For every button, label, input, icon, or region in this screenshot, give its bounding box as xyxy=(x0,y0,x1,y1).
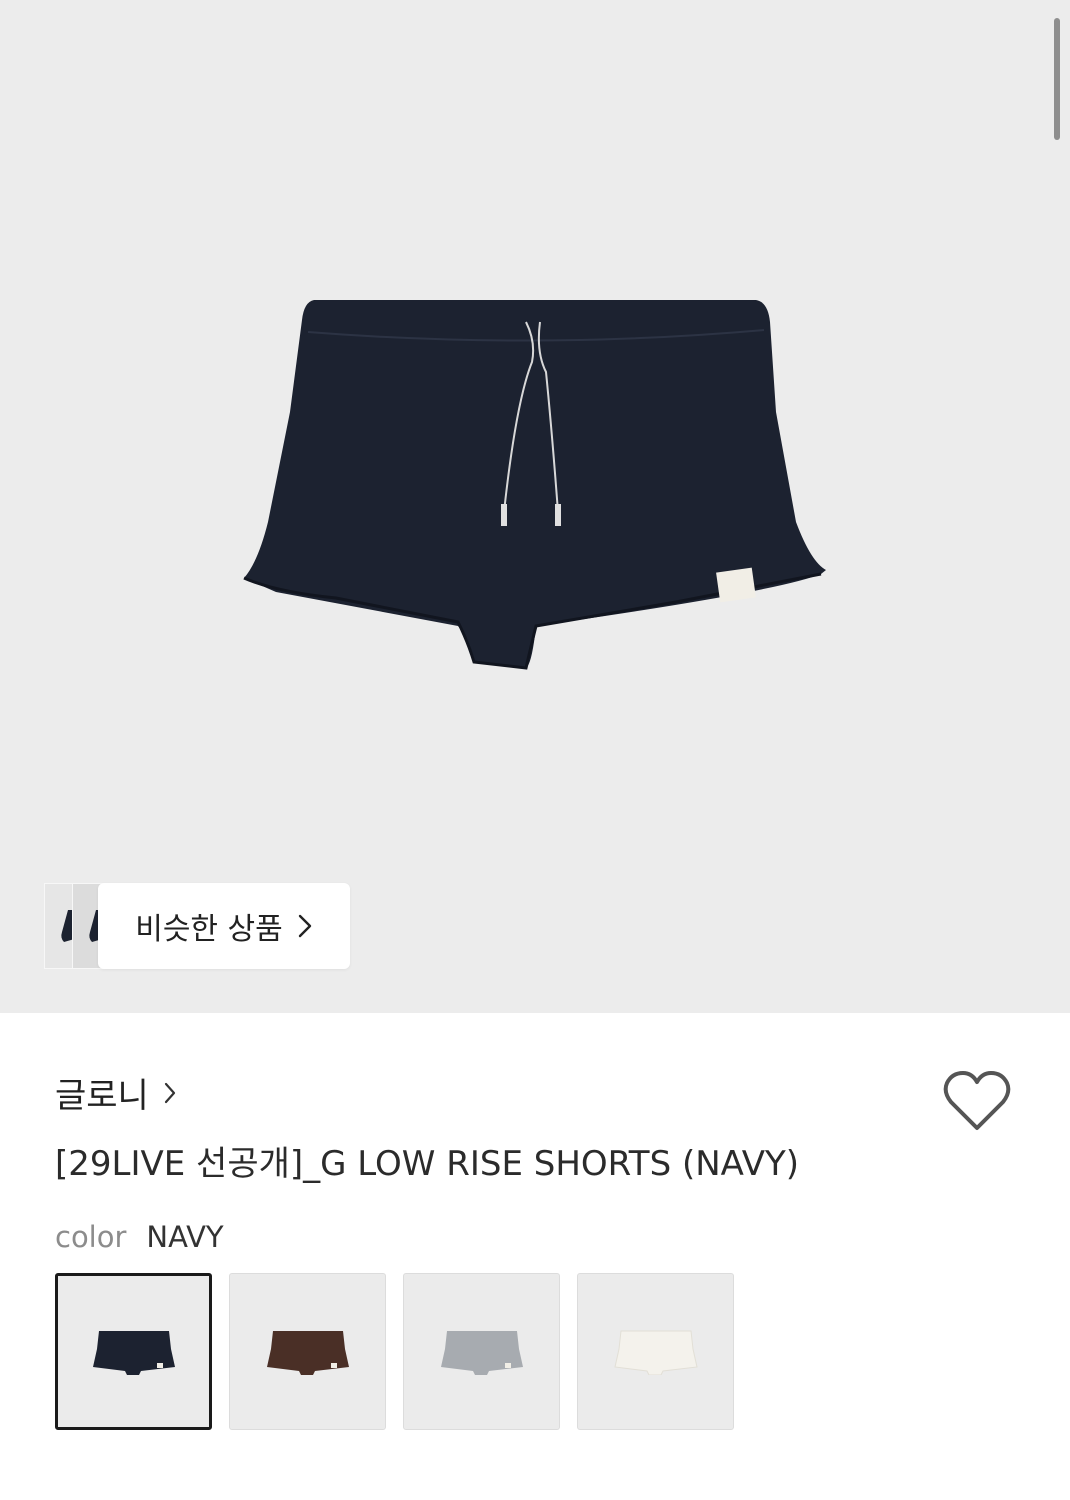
swatch-navy-image xyxy=(92,1330,175,1375)
similar-products[interactable]: 비슷한 상품 xyxy=(44,883,354,969)
chevron-right-icon xyxy=(164,1082,175,1103)
swatch-brown-image xyxy=(266,1330,349,1375)
similar-products-button[interactable]: 비슷한 상품 xyxy=(98,883,350,969)
scrollbar[interactable] xyxy=(1054,18,1060,140)
color-swatches xyxy=(55,1273,734,1430)
swatch-white[interactable] xyxy=(577,1273,734,1430)
color-option-row: color NAVY xyxy=(55,1220,224,1254)
swatch-navy[interactable] xyxy=(55,1273,212,1430)
color-value: NAVY xyxy=(146,1220,224,1254)
swatch-gray-image xyxy=(440,1330,523,1375)
chevron-right-icon xyxy=(298,914,311,938)
color-label: color xyxy=(55,1220,127,1254)
heart-outline-icon[interactable] xyxy=(943,1070,1011,1132)
swatch-gray[interactable] xyxy=(403,1273,560,1430)
brand-link[interactable]: 글로니 xyxy=(55,1068,177,1117)
swatch-white-image xyxy=(613,1330,698,1375)
product-title: [29LIVE 선공개]_G LOW RISE SHORTS (NAVY) xyxy=(55,1144,800,1184)
product-image-area[interactable]: 비슷한 상품 xyxy=(0,0,1070,1013)
brand-name: 글로니 xyxy=(55,1076,149,1116)
similar-products-label: 비슷한 상품 xyxy=(135,912,283,947)
product-main-image xyxy=(243,300,826,670)
swatch-brown[interactable] xyxy=(229,1273,386,1430)
